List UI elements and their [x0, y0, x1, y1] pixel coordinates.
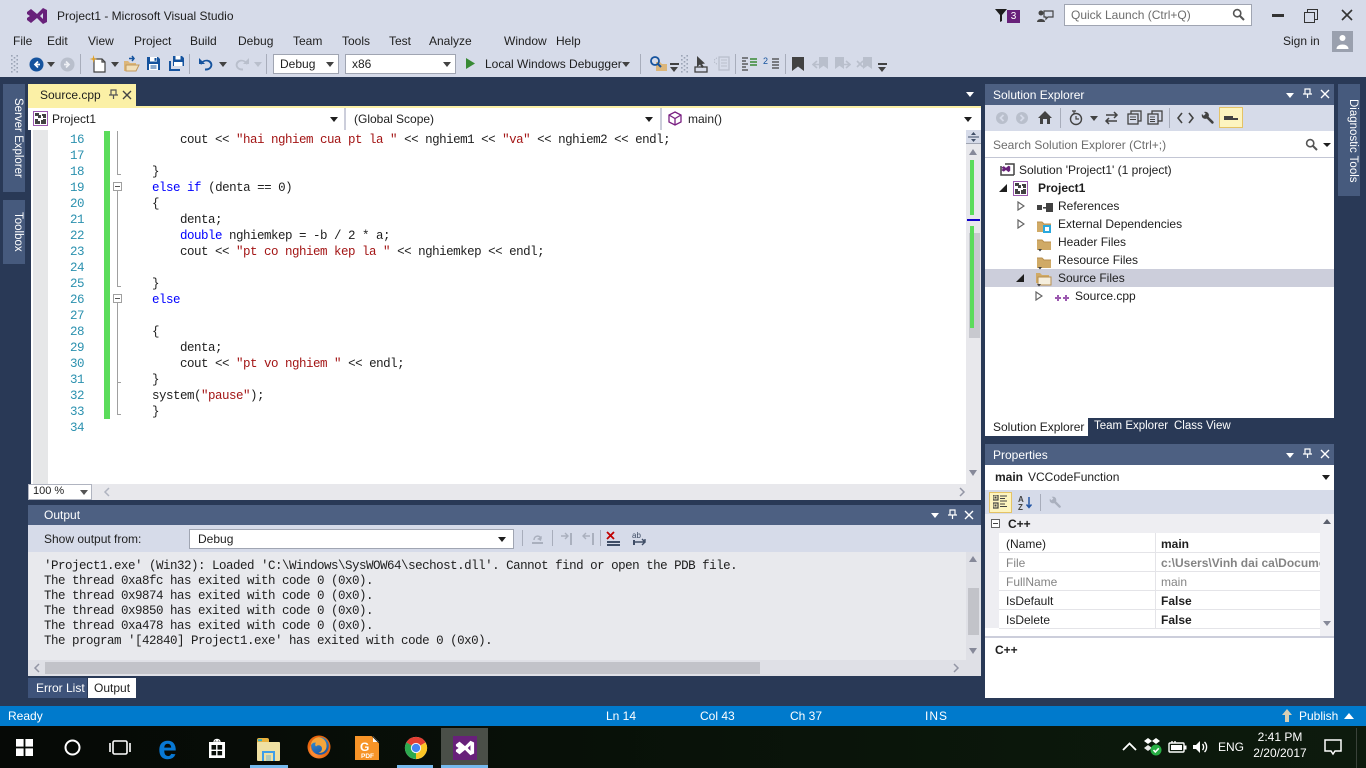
svg-text:Z: Z [1018, 503, 1023, 510]
svg-text:ab: ab [632, 531, 641, 540]
svg-text:G: G [360, 740, 369, 754]
svg-text:PDF: PDF [361, 753, 374, 760]
svg-text:2: 2 [763, 56, 768, 66]
